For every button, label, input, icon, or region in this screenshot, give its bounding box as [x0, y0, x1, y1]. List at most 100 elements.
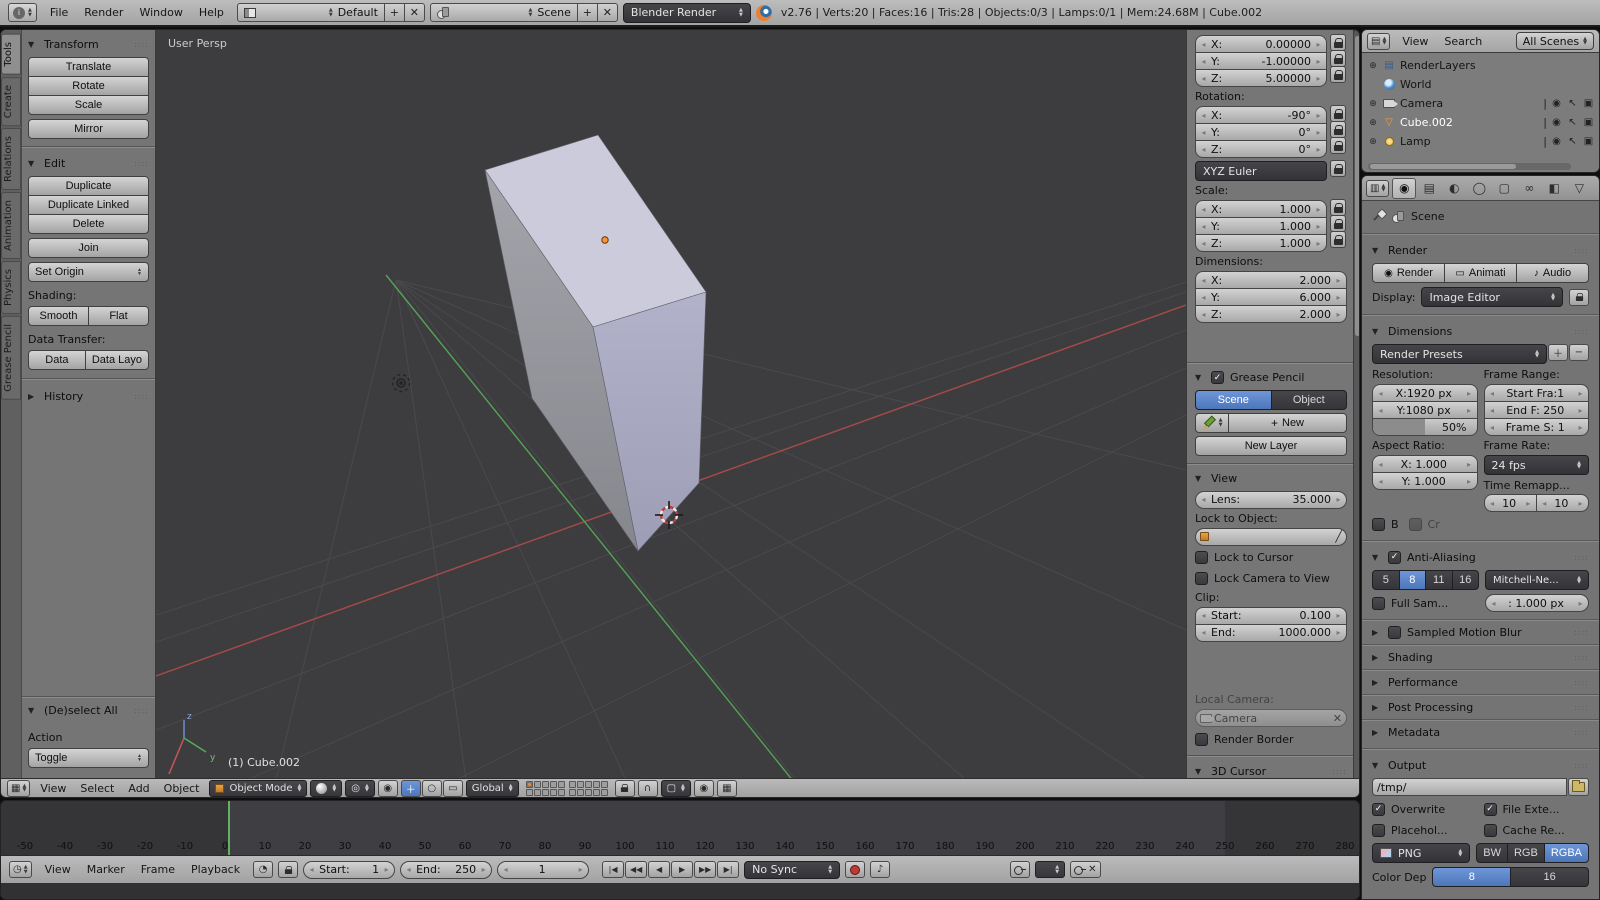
outliner-row[interactable]: ⊕▤RenderLayers — [1368, 56, 1595, 75]
decrement-icon[interactable]: ◂ — [1200, 57, 1207, 66]
decrement-icon[interactable]: ◂ — [1200, 239, 1207, 248]
frame-start-field[interactable]: ◂Start:1▸ — [303, 861, 395, 879]
color-depth-8-button[interactable]: 8 — [1432, 867, 1511, 887]
increment-icon[interactable]: ▸ — [1577, 423, 1584, 432]
data-button[interactable]: Data — [28, 350, 86, 370]
layer-cell[interactable] — [569, 781, 576, 788]
panel-grip-icon[interactable]: :::: — [134, 706, 149, 715]
shading-panel-header[interactable]: ▶Shading:::: — [1372, 648, 1589, 666]
screen-layout-field[interactable]: ▲▼ Default — [237, 3, 385, 22]
outliner-menu-view[interactable]: View — [1394, 33, 1436, 50]
outliner-row[interactable]: World — [1368, 75, 1595, 94]
outliner-menu-search[interactable]: Search — [1436, 33, 1490, 50]
file-extensions-checkbox[interactable]: ✓ — [1484, 803, 1497, 816]
gp-new-button[interactable]: + New — [1228, 413, 1347, 433]
play-reverse-button[interactable]: ◀ — [648, 861, 670, 878]
pivot-align-toggle[interactable]: ◉ — [378, 780, 398, 797]
panel-grip-icon[interactable]: :::: — [1574, 553, 1589, 562]
lock-icon[interactable] — [1330, 231, 1346, 248]
layer-cell[interactable] — [526, 781, 533, 788]
jump-to-end-button[interactable]: ▶| — [717, 861, 739, 878]
properties-tab-object[interactable]: ▢ — [1492, 178, 1516, 199]
selectability-arrow-icon[interactable]: ↖ — [1566, 117, 1579, 128]
render-border-row[interactable]: ✓ Render Border — [1195, 730, 1347, 748]
join-button[interactable]: Join — [28, 238, 149, 258]
color-depth-16-button[interactable]: 16 — [1510, 867, 1589, 887]
manipulator-scale-button[interactable]: ▭ — [443, 780, 463, 797]
shelf-tab-relations[interactable]: Relations — [1, 128, 21, 190]
frame-rate-dropdown[interactable]: 24 fps ▲▼ — [1484, 455, 1590, 475]
layer-cell[interactable] — [550, 789, 557, 796]
gp-new-layer-button[interactable]: New Layer — [1195, 436, 1347, 456]
n-panel-scrollbar[interactable] — [1354, 30, 1360, 780]
render-still-button[interactable]: ◉ Render — [1372, 263, 1445, 283]
outliner-row[interactable]: ⊕Camera|◉↖▣ — [1368, 94, 1595, 113]
decrement-icon[interactable]: ◂ — [1377, 389, 1384, 398]
panel-grip-icon[interactable]: :::: — [1574, 703, 1589, 712]
increment-icon[interactable]: ▸ — [1315, 222, 1322, 231]
expand-icon[interactable]: ⊕ — [1368, 61, 1378, 71]
metadata-panel-header[interactable]: ▶Metadata:::: — [1372, 723, 1589, 741]
local-camera-field[interactable]: Camera ✕ — [1195, 709, 1347, 727]
panel-grip-icon[interactable]: :::: — [1574, 653, 1589, 662]
current-frame-field[interactable]: ◂1▸ — [497, 861, 589, 879]
scene-field[interactable]: ▲▼ Scene — [430, 3, 578, 22]
layers-widget[interactable] — [526, 781, 608, 796]
rotation-mode-dropdown[interactable]: XYZ Euler — [1195, 161, 1327, 181]
lock-icon[interactable] — [1330, 50, 1346, 67]
history-panel-header[interactable]: ▶ History :::: — [28, 387, 149, 405]
full-sample-checkbox[interactable]: ✓ — [1372, 597, 1385, 610]
viewport-menu-view[interactable]: View — [33, 781, 73, 796]
outliner-hscrollbar[interactable] — [1368, 163, 1571, 170]
dimensions-panel-header[interactable]: ▼ Dimensions :::: — [1372, 322, 1589, 340]
output-panel-header[interactable]: ▼ Output :::: — [1372, 756, 1589, 774]
timeline-menu-marker[interactable]: Marker — [79, 861, 133, 878]
lock-icon[interactable] — [1330, 66, 1346, 83]
cache-result-row[interactable]: ✓ Cache Re... — [1484, 821, 1590, 839]
insert-keyframe-button[interactable] — [1010, 861, 1030, 878]
increment-icon[interactable]: ▸ — [1577, 389, 1584, 398]
increment-icon[interactable]: ▸ — [1335, 293, 1342, 302]
lock-icon[interactable] — [1330, 105, 1346, 122]
pivot-center-dropdown[interactable]: ◎ ▲▼ — [345, 780, 375, 797]
increment-icon[interactable]: ▸ — [1315, 74, 1322, 83]
lock-time-cursor-button[interactable] — [278, 861, 298, 878]
render-engine-dropdown[interactable]: Blender Render ▲▼ — [623, 3, 751, 23]
rotation-y-field[interactable]: ◂Y:0°▸ — [1195, 123, 1327, 141]
frame-end-field[interactable]: ◂End F: 250▸ — [1484, 401, 1590, 419]
decrement-icon[interactable]: ◂ — [1200, 611, 1207, 620]
rotation-z-field[interactable]: ◂Z:0°▸ — [1195, 140, 1327, 158]
overwrite-checkbox[interactable]: ✓ — [1372, 803, 1385, 816]
resolution-y-field[interactable]: ◂Y:1080 px▸ — [1372, 401, 1478, 419]
aa-samples-5-button[interactable]: 5 — [1372, 570, 1400, 590]
snap-magnet-button[interactable]: ∩ — [638, 780, 658, 797]
decrement-icon[interactable]: ◂ — [502, 865, 509, 874]
color-mode-rgba-button[interactable]: RGBA — [1544, 843, 1589, 863]
cache-result-checkbox[interactable]: ✓ — [1484, 824, 1497, 837]
add-preset-button[interactable]: ＋ — [1548, 344, 1568, 361]
frame-step-field[interactable]: ◂Frame S: 1▸ — [1484, 418, 1590, 436]
aa-samples-8-button[interactable]: 8 — [1399, 570, 1427, 590]
expand-icon[interactable]: ⊕ — [1368, 118, 1378, 128]
increment-icon[interactable]: ▸ — [1315, 128, 1322, 137]
increment-icon[interactable]: ▸ — [383, 865, 390, 874]
clip-start-field[interactable]: ◂Start:0.100▸ — [1195, 607, 1347, 625]
antialiasing-checkbox[interactable]: ✓ — [1388, 551, 1401, 564]
panel-grip-icon[interactable]: :::: — [1574, 761, 1589, 770]
data-layout-button[interactable]: Data Layo — [85, 350, 149, 370]
snap-element-dropdown[interactable]: ▢▲▼ — [661, 780, 691, 797]
close-layout-button[interactable]: ✕ — [405, 3, 425, 22]
mode-dropdown[interactable]: Object Mode ▲▼ — [209, 780, 307, 797]
layer-cell[interactable] — [577, 781, 584, 788]
duplicate-linked-button[interactable]: Duplicate Linked — [28, 195, 149, 215]
set-origin-dropdown[interactable]: Set Origin ▲▼ — [28, 262, 149, 282]
increment-icon[interactable]: ▸ — [1577, 599, 1584, 608]
renderability-camera-icon[interactable]: ▣ — [1582, 117, 1595, 128]
grease-pencil-panel-header[interactable]: ▼ ✓ Grease Pencil — [1195, 369, 1347, 387]
gp-datablock-dropdown[interactable]: ▲▼ — [1195, 413, 1229, 433]
dimensions-z-field[interactable]: ◂Z:2.000▸ — [1195, 305, 1347, 323]
editor-type-selector-properties[interactable]: ▥▲▼ — [1366, 180, 1389, 197]
expand-icon[interactable]: ⊕ — [1368, 99, 1378, 109]
location-x-field[interactable]: ◂X:0.00000▸ — [1195, 35, 1327, 53]
pin-icon[interactable] — [1372, 210, 1385, 223]
